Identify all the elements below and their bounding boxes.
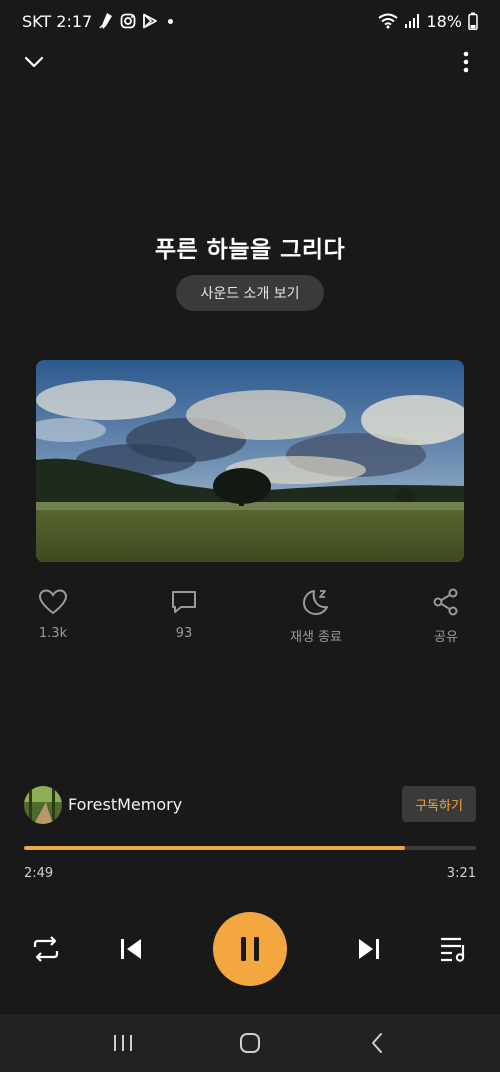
artist-row: ForestMemory 구독하기 [24,786,476,824]
system-nav-bar [0,1014,500,1072]
top-bar [0,44,500,80]
like-count: 1.3k [38,626,68,641]
status-right: 18% [378,12,478,31]
pause-button[interactable] [213,912,287,986]
like-button[interactable]: 1.3k [8,586,98,641]
app-notification-icon [98,12,114,30]
instagram-icon [120,13,136,29]
share-button[interactable]: 공유 [401,586,491,645]
comment-count: 93 [175,626,193,641]
sleep-timer-button[interactable]: 재생 종료 [271,586,361,645]
album-artwork [36,360,464,562]
play-store-icon [142,13,158,29]
sleep-timer-label: 재생 종료 [290,630,342,645]
repeat-icon [33,936,59,962]
subscribe-button[interactable]: 구독하기 [402,786,476,822]
track-title: 푸른 하늘을 그리다 [154,237,346,263]
wifi-icon [378,13,399,29]
share-label: 공유 [434,630,458,645]
pause-icon [241,937,259,961]
comment-button[interactable]: 93 [139,586,229,641]
back-button[interactable] [357,1023,397,1063]
artist-name[interactable]: ForestMemory [68,795,182,814]
recent-apps-icon [114,1035,133,1051]
back-icon [371,1033,382,1053]
playlist-button[interactable] [434,933,474,965]
sleep-timer-icon [303,590,328,615]
current-time: 2:49 [24,866,54,881]
home-icon [239,1033,260,1053]
recent-apps-button[interactable] [103,1023,143,1063]
action-row: 1.3k 93 재생 종료 공유 [0,586,500,646]
playback-controls [0,912,500,986]
previous-button[interactable] [111,933,151,965]
artist-avatar[interactable] [24,786,62,824]
previous-icon [121,939,141,959]
progress-bar[interactable] [24,846,476,850]
collapse-button[interactable] [20,48,48,76]
next-button[interactable] [349,933,389,965]
sound-intro-button[interactable]: 사운드 소개 보기 [176,275,324,311]
notification-dot-icon [168,18,174,24]
signal-icon [404,13,420,29]
status-left: SKT 2:17 [22,11,174,31]
playlist-icon [441,937,465,962]
progress-fill [24,846,405,850]
status-bar: SKT 2:17 18% [0,0,500,42]
share-icon [433,588,458,616]
carrier-time: SKT 2:17 [22,11,93,31]
chevron-down-icon [24,56,44,68]
heart-icon [38,589,68,615]
home-button[interactable] [230,1023,270,1063]
battery-percent: 18% [426,11,462,31]
total-time: 3:21 [446,866,476,881]
repeat-button[interactable] [26,933,66,965]
more-options-button[interactable] [452,48,480,76]
comment-icon [172,591,196,613]
music-player-screen: SKT 2:17 18% 푸른 하늘을 그리다 사운드 소개 보기 1.3k 9… [0,0,500,1072]
more-vertical-icon [463,51,469,73]
battery-icon [468,12,478,30]
next-icon [359,939,379,959]
